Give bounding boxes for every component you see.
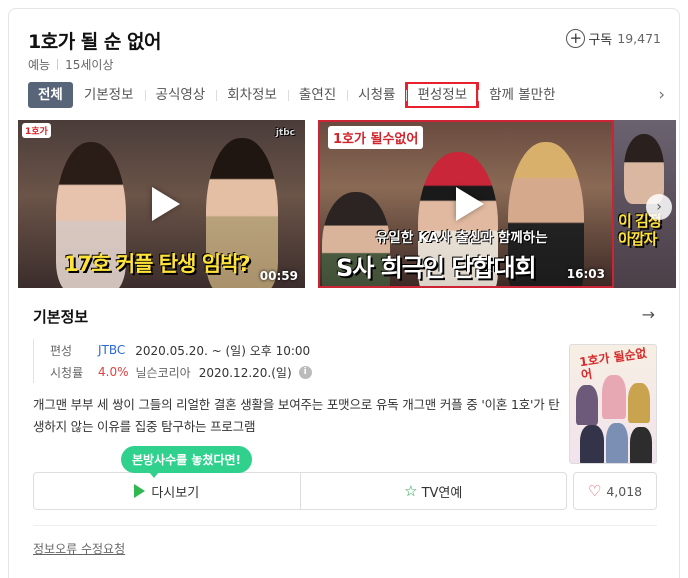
show-logo: 1호가 <box>22 123 51 138</box>
schedule-text: 2020.05.20. ~ (일) 오후 10:00 <box>135 343 311 358</box>
plus-circle-icon: + <box>566 29 586 48</box>
ratings-row: 시청률 4.0% 닐슨코리아 2020.12.20.(일) i <box>50 361 312 383</box>
info-icon[interactable]: i <box>298 365 312 379</box>
broadcast-row: 편성 JTBC 2020.05.20. ~ (일) 오후 10:00 <box>50 339 312 361</box>
tabs-fade <box>605 82 641 108</box>
program-poster[interactable]: 1호가 될순없어 <box>569 344 657 464</box>
ratings-date: 2020.12.20.(일) <box>198 365 292 380</box>
show-logo: 1호가 될수없어 <box>328 126 424 149</box>
poster-figure <box>628 383 650 423</box>
program-title[interactable]: 1호가 될 순 없어 <box>28 27 161 54</box>
program-meta: 예능 15세이상 <box>28 56 113 73</box>
video-duration: 16:03 <box>566 267 605 281</box>
chevron-right-icon[interactable]: › <box>658 85 665 105</box>
video-duration: 00:59 <box>259 269 298 283</box>
ratings-source: 닐슨코리아 <box>135 365 191 380</box>
channel-badge: jtbc <box>275 128 295 138</box>
star-icon: ☆ <box>404 482 418 500</box>
play-icon <box>151 187 180 221</box>
chevron-right-icon[interactable]: › <box>646 194 672 220</box>
video-subcaption: 유일한 KA사 출신과 함께하는 <box>376 230 548 246</box>
action-buttons: 다시보기 ☆ TV연예 <box>33 472 567 510</box>
play-icon <box>456 187 484 221</box>
subscriber-count: 19,471 <box>617 31 661 46</box>
arrow-right-icon[interactable]: → <box>642 305 655 324</box>
rewatch-tooltip: 본방사수를 놓쳤다면! <box>121 446 253 478</box>
tab-basic-info[interactable]: 기본정보 <box>73 82 145 108</box>
rewatch-button[interactable]: 다시보기 <box>34 473 300 509</box>
like-count: 4,018 <box>606 483 643 499</box>
video-caption: S사 희극인 단합대회 <box>336 254 537 282</box>
subscribe-label: 구독 <box>588 33 613 48</box>
ratings-value: 4.0% <box>98 365 129 379</box>
tv-entertainment-button[interactable]: ☆ TV연예 <box>299 473 567 509</box>
channel-link[interactable]: JTBC <box>98 343 125 357</box>
tab-episodes[interactable]: 회차정보 <box>216 82 288 108</box>
tab-official-video[interactable]: 공식영상 <box>144 82 217 108</box>
program-description: 개그맨 부부 세 쌍이 그들의 리얼한 결혼 생활을 보여주는 포맷으로 유독 … <box>33 397 560 434</box>
poster-figure <box>576 385 598 425</box>
subscribe-button[interactable]: + 구독 19,471 <box>566 29 661 48</box>
ratings-label: 시청률 <box>50 365 84 380</box>
tab-schedule[interactable]: 편성정보 <box>405 82 480 108</box>
genre-label: 예능 <box>28 58 51 72</box>
meta-divider <box>57 59 59 70</box>
heart-icon: ♡ <box>587 482 602 500</box>
divider <box>33 525 657 526</box>
broadcast-label: 편성 <box>50 343 73 358</box>
section-title: 기본정보 <box>33 308 89 326</box>
tab-ratings[interactable]: 시청률 <box>347 82 406 108</box>
poster-figure <box>630 427 652 463</box>
program-card: 1호가 될 순 없어 예능 15세이상 + 구독 19,471 전체 기본정보 … <box>8 8 680 578</box>
video-thumbnail-1[interactable]: 1호가 jtbc 17호 커플 탄생 임박? 00:59 <box>18 120 305 288</box>
tab-bar: 전체 기본정보 공식영상 회차정보 출연진 시청률 편성정보 함께 볼만한 <box>28 82 640 108</box>
tv-label: TV연예 <box>421 485 463 501</box>
poster-figure <box>580 425 604 463</box>
poster-figure <box>606 423 628 463</box>
video-caption: 17호 커플 탄생 임박? <box>64 252 251 276</box>
video-thumbnail-3[interactable]: 이 김정 아깝자 › <box>614 120 676 288</box>
tab-cast[interactable]: 출연진 <box>287 82 347 108</box>
meta-rows: 편성 JTBC 2020.05.20. ~ (일) 오후 10:00 시청률 4… <box>33 339 312 383</box>
like-button[interactable]: ♡ 4,018 <box>573 472 657 510</box>
report-error-link[interactable]: 정보오류 수정요청 <box>33 540 125 557</box>
tab-recommended[interactable]: 함께 볼만한 <box>478 82 566 108</box>
video-thumbnail-2[interactable]: 1호가 될수없어 유일한 KA사 출신과 함께하는 S사 희극인 단합대회 16… <box>318 120 614 288</box>
tab-all[interactable]: 전체 <box>28 82 73 108</box>
age-rating-label: 15세이상 <box>65 58 114 72</box>
poster-figure <box>602 375 626 419</box>
rewatch-label: 다시보기 <box>151 485 200 501</box>
play-icon <box>134 484 146 498</box>
